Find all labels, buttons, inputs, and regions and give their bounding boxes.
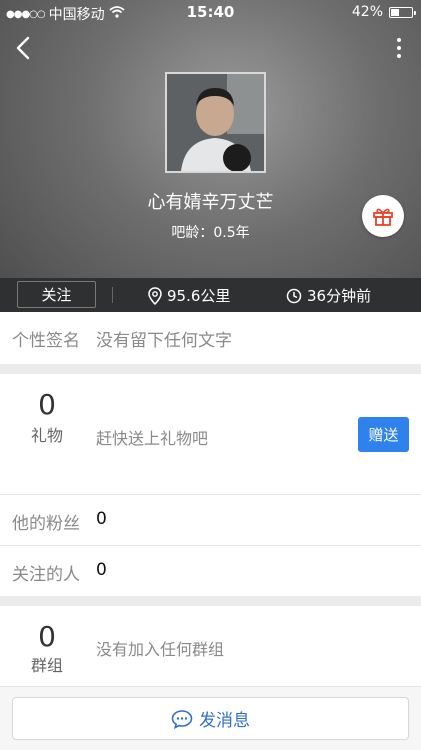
back-icon: [16, 36, 30, 60]
follow-button[interactable]: 关注: [17, 281, 96, 308]
section-gap: [0, 364, 421, 374]
following-value: 0: [96, 560, 107, 580]
gift-icon: [373, 208, 393, 226]
fans-label: 他的粉丝: [12, 514, 80, 534]
location-pin-icon: [148, 286, 162, 305]
avatar[interactable]: [165, 72, 266, 173]
group-hint: 没有加入任何群组: [96, 640, 225, 659]
gift-hint: 赶快送上礼物吧: [96, 429, 209, 448]
more-button[interactable]: [389, 34, 409, 62]
group-section: 0 群组 没有加入任何群组: [0, 606, 421, 686]
more-icon: [397, 38, 401, 42]
fans-value: 0: [96, 509, 107, 529]
signature-label: 个性签名: [12, 331, 80, 351]
following-row[interactable]: 关注的人 0: [0, 546, 421, 596]
strip-divider: [112, 287, 113, 303]
battery-icon: [389, 6, 416, 18]
status-bar: ●●●○○ 中国移动 15:40 42%: [0, 0, 421, 24]
gift-count: 0: [38, 388, 56, 421]
bar-age: 吧龄：0.5年: [171, 225, 250, 241]
bottom-bar: 发消息: [0, 686, 421, 750]
gift-label: 礼物: [30, 426, 63, 445]
chat-bubble-icon: [171, 709, 193, 729]
battery-percent: 42%: [351, 4, 383, 20]
last-seen: 36分钟前: [286, 285, 371, 306]
gift-button[interactable]: [362, 195, 404, 237]
signature-row: 个性签名 没有留下任何文字: [0, 312, 421, 364]
last-seen-text: 36分钟前: [307, 287, 372, 305]
signature-value: 没有留下任何文字: [96, 331, 232, 351]
following-label: 关注的人: [12, 565, 80, 585]
nickname: 心有婧辛万丈芒: [147, 192, 274, 213]
group-count: 0: [38, 620, 56, 653]
info-strip: 关注 95.6公里 36分钟前: [0, 278, 421, 312]
clock-icon: [286, 288, 302, 303]
profile-header: ●●●○○ 中国移动 15:40 42% 心有婧辛万丈芒 吧龄：0.5年 关注 …: [0, 0, 421, 312]
back-button[interactable]: [12, 34, 36, 62]
distance-text: 95.6公里: [167, 287, 231, 305]
group-label: 群组: [30, 656, 63, 675]
send-gift-button[interactable]: 赠送: [358, 417, 409, 452]
fans-row[interactable]: 他的粉丝 0: [0, 495, 421, 545]
send-message-label: 发消息: [199, 711, 250, 731]
send-message-button[interactable]: 发消息: [12, 697, 409, 740]
section-gap: [0, 596, 421, 606]
distance: 95.6公里: [148, 285, 230, 306]
